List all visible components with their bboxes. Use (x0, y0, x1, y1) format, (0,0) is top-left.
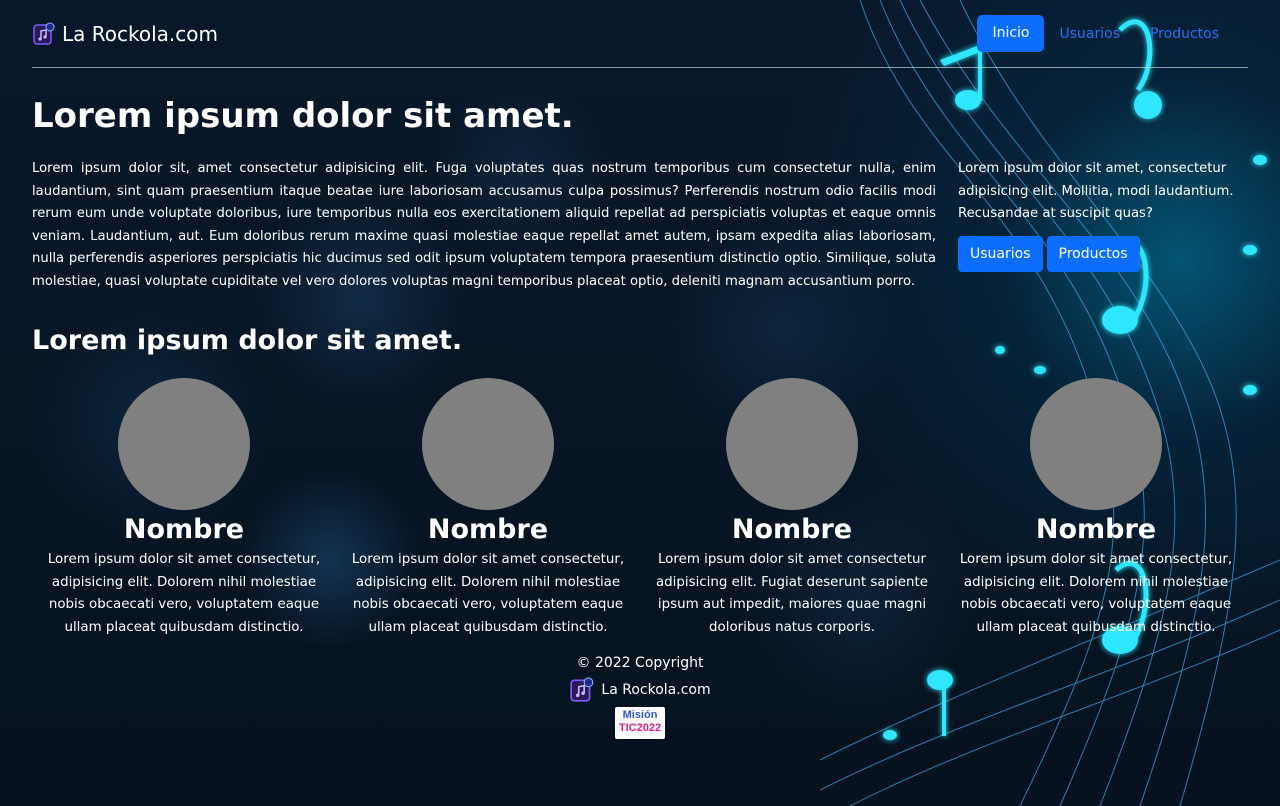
mision-tic-logo: Misión TIC2022 (615, 707, 665, 739)
productos-button[interactable]: Productos (1046, 235, 1140, 272)
member-name: Nombre (731, 514, 853, 545)
page: La Rockola.com Inicio Usuarios Productos… (0, 0, 1280, 743)
footer-brand-name: La Rockola.com (601, 682, 711, 698)
nav-links: Inicio Usuarios Productos (977, 15, 1234, 52)
nav-link-productos[interactable]: Productos (1135, 26, 1234, 42)
member-text: Lorem ipsum dolor sit amet consectetur, … (351, 552, 625, 635)
brand[interactable]: La Rockola.com (32, 22, 218, 46)
avatar (726, 378, 858, 510)
hero-side-text: Lorem ipsum dolor sit amet, consectetur … (958, 161, 1234, 221)
mision-logo-line2: TIC2022 (618, 722, 662, 734)
brand-name: La Rockola.com (62, 21, 218, 46)
member-text: Lorem ipsum dolor sit amet consectetur, … (47, 552, 321, 635)
footer: © 2022 Copyright La Rockola.com Misión T… (32, 655, 1248, 743)
team-title: Lorem ipsum dolor sit amet. (32, 325, 463, 356)
avatar (422, 378, 554, 510)
team-card: Nombre Lorem ipsum dolor sit amet consec… (640, 378, 944, 639)
usuarios-button[interactable]: Usuarios (958, 235, 1043, 272)
team-card: Nombre Lorem ipsum dolor sit amet consec… (336, 378, 640, 639)
footer-brand[interactable]: La Rockola.com (32, 677, 1248, 703)
mision-logo-line1: Misión (622, 709, 658, 721)
avatar (118, 378, 250, 510)
team-cards: Nombre Lorem ipsum dolor sit amet consec… (32, 378, 1248, 639)
hero-section: Lorem ipsum dolor sit, amet consectetur … (32, 158, 1248, 293)
navbar: La Rockola.com Inicio Usuarios Productos (32, 0, 1248, 68)
member-name: Nombre (427, 514, 549, 545)
team-card: Nombre Lorem ipsum dolor sit amet consec… (32, 378, 336, 639)
copyright: © 2022 Copyright (576, 655, 704, 671)
hero-side: Lorem ipsum dolor sit amet, consectetur … (958, 158, 1248, 293)
music-file-icon (33, 22, 55, 45)
member-text: Lorem ipsum dolor sit amet consectetur a… (655, 552, 929, 635)
nav-link-inicio[interactable]: Inicio (977, 15, 1045, 52)
member-name: Nombre (123, 514, 245, 545)
nav-link-usuarios[interactable]: Usuarios (1044, 26, 1135, 42)
member-name: Nombre (1035, 514, 1157, 545)
music-file-icon (570, 677, 594, 702)
team-card: Nombre Lorem ipsum dolor sit amet consec… (944, 378, 1248, 639)
hero-text: Lorem ipsum dolor sit, amet consectetur … (32, 161, 936, 289)
hero-buttons: Usuarios Productos (958, 235, 1248, 272)
member-text: Lorem ipsum dolor sit amet consectetur, … (959, 552, 1233, 635)
hero-title: Lorem ipsum dolor sit amet. (32, 96, 574, 136)
avatar (1030, 378, 1162, 510)
